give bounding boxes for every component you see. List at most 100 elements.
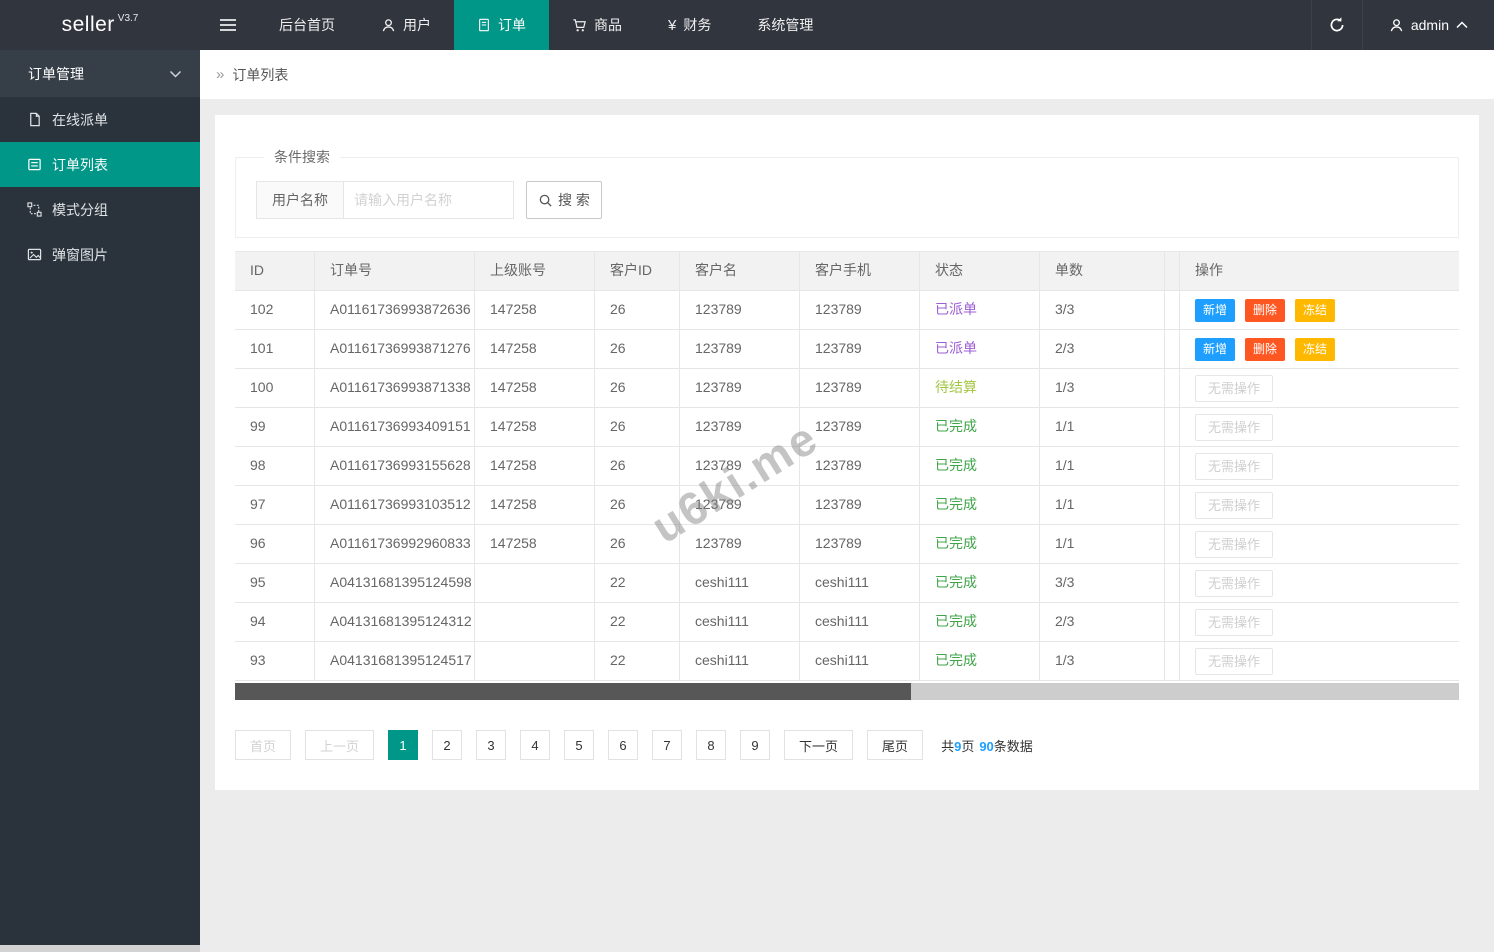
table-header-row: ID 订单号 上级账号 客户ID 客户名 客户手机 状态 单数 操作 (235, 252, 1459, 291)
add-button[interactable]: 新增 (1195, 337, 1236, 361)
last-page-button[interactable]: 尾页 (867, 730, 924, 760)
sidebar-item-order-list[interactable]: 订单列表 (0, 142, 200, 187)
sidebar-item-online-dispatch[interactable]: 在线派单 (0, 97, 200, 142)
yen-icon: ¥ (668, 16, 677, 34)
cell-customer-id: 26 (595, 447, 680, 485)
cell-id: 94 (235, 603, 315, 641)
no-action-button: 无需操作 (1195, 374, 1274, 402)
sidebar-group-order-management[interactable]: 订单管理 (0, 50, 200, 97)
next-page-button[interactable]: 下一页 (784, 730, 854, 760)
first-page-button: 首页 (235, 730, 292, 760)
cell-actions: 无需操作 (1180, 369, 1459, 407)
freeze-button[interactable]: 冻结 (1295, 337, 1336, 361)
cell-status: 已完成 (920, 525, 1040, 563)
no-action-button: 无需操作 (1195, 491, 1274, 519)
cell-count: 1/1 (1040, 447, 1165, 485)
cell-status: 已完成 (920, 603, 1040, 641)
cart-icon (572, 18, 587, 33)
col-header-customer-name: 客户名 (680, 252, 800, 290)
page-button-8[interactable]: 8 (696, 730, 727, 760)
username-input[interactable] (344, 181, 514, 219)
sidebar-item-mode-group[interactable]: 模式分组 (0, 187, 200, 232)
navbar-spacer (836, 0, 1311, 50)
table-row: 99 A01161736993409151 147258 26 123789 1… (235, 408, 1459, 447)
page-button-1[interactable]: 1 (388, 730, 419, 760)
sidebar-item-label: 在线派单 (52, 111, 108, 128)
cell-status: 已完成 (920, 408, 1040, 446)
page-button-5[interactable]: 5 (564, 730, 595, 760)
cell-actions: 无需操作 (1180, 564, 1459, 602)
table-row: 94 A04131681395124312 22 ceshi111 ceshi1… (235, 603, 1459, 642)
no-action-button: 无需操作 (1195, 569, 1274, 597)
sidebar-bottom-strip (0, 945, 200, 952)
nav-item-goods[interactable]: 商品 (549, 0, 645, 50)
document-icon (477, 18, 491, 32)
cell-id: 102 (235, 291, 315, 329)
page-button-4[interactable]: 4 (520, 730, 551, 760)
page-button-9[interactable]: 9 (740, 730, 771, 760)
table-row: 100 A01161736993871338 147258 26 123789 … (235, 369, 1459, 408)
cell-actions: 无需操作 (1180, 603, 1459, 641)
logo: seller V3.7 (0, 0, 200, 50)
cell-count: 2/3 (1040, 603, 1165, 641)
scrollbar-thumb[interactable] (235, 683, 911, 700)
page-button-6[interactable]: 6 (608, 730, 639, 760)
delete-button[interactable]: 删除 (1245, 337, 1286, 361)
app-window: seller V3.7 后台首页 用户 订单 商品 ¥ 财务 系统管理 admi… (0, 0, 1494, 952)
cell-gap (1165, 564, 1180, 602)
cell-status: 已完成 (920, 564, 1040, 602)
logo-version: V3.7 (117, 12, 139, 24)
cell-customer-phone: 123789 (800, 525, 920, 563)
nav-item-system[interactable]: 系统管理 (734, 0, 836, 50)
cell-status: 已完成 (920, 642, 1040, 680)
user-menu[interactable]: admin (1363, 0, 1494, 50)
pagination: 首页 上一页 1 2 3 4 5 6 7 8 9 下一页 尾页 共9页 90条数据 (235, 730, 1459, 760)
search-button-label: 搜 索 (558, 192, 590, 208)
cell-customer-phone: 123789 (800, 369, 920, 407)
cell-customer-phone: 123789 (800, 447, 920, 485)
search-button[interactable]: 搜 索 (526, 181, 602, 219)
group-icon (27, 202, 42, 217)
cell-customer-id: 22 (595, 603, 680, 641)
freeze-button[interactable]: 冻结 (1295, 298, 1336, 322)
cell-customer-name: 123789 (680, 291, 800, 329)
cell-parent-account (475, 564, 595, 602)
cell-parent-account: 147258 (475, 330, 595, 368)
page-button-3[interactable]: 3 (476, 730, 507, 760)
delete-button[interactable]: 删除 (1245, 298, 1286, 322)
pagination-summary: 共9页 90条数据 (941, 736, 1033, 755)
breadcrumb-arrow-icon: » (216, 66, 225, 83)
page-icon (27, 112, 42, 127)
no-action-button: 无需操作 (1195, 647, 1274, 675)
nav-item-finance[interactable]: ¥ 财务 (645, 0, 734, 50)
table-row: 95 A04131681395124598 22 ceshi111 ceshi1… (235, 564, 1459, 603)
page-button-7[interactable]: 7 (652, 730, 683, 760)
cell-count: 1/1 (1040, 486, 1165, 524)
cell-gap (1165, 486, 1180, 524)
main-content: 条件搜索 用户名称 搜 索 ID 订单号 上级账号 (200, 100, 1494, 952)
cell-customer-name: 123789 (680, 447, 800, 485)
user-icon (381, 18, 396, 33)
nav-item-orders[interactable]: 订单 (454, 0, 549, 50)
cell-id: 100 (235, 369, 315, 407)
cell-parent-account: 147258 (475, 369, 595, 407)
nav-item-label: 财务 (683, 17, 712, 33)
cell-count: 3/3 (1040, 564, 1165, 602)
nav-item-home[interactable]: 后台首页 (256, 0, 358, 50)
cell-customer-id: 26 (595, 408, 680, 446)
cell-gap (1165, 330, 1180, 368)
cell-customer-name: ceshi111 (680, 642, 800, 680)
horizontal-scrollbar[interactable] (235, 683, 1459, 700)
cell-customer-id: 22 (595, 642, 680, 680)
add-button[interactable]: 新增 (1195, 298, 1236, 322)
cell-customer-name: ceshi111 (680, 603, 800, 641)
cell-gap (1165, 525, 1180, 563)
nav-item-users[interactable]: 用户 (358, 0, 454, 50)
page-button-2[interactable]: 2 (432, 730, 463, 760)
cell-order-no: A01161736993871276 (315, 330, 475, 368)
cell-parent-account: 147258 (475, 486, 595, 524)
menu-collapse-button[interactable] (200, 0, 256, 50)
sidebar-item-popup-image[interactable]: 弹窗图片 (0, 232, 200, 277)
cell-customer-id: 26 (595, 369, 680, 407)
refresh-button[interactable] (1310, 0, 1363, 50)
